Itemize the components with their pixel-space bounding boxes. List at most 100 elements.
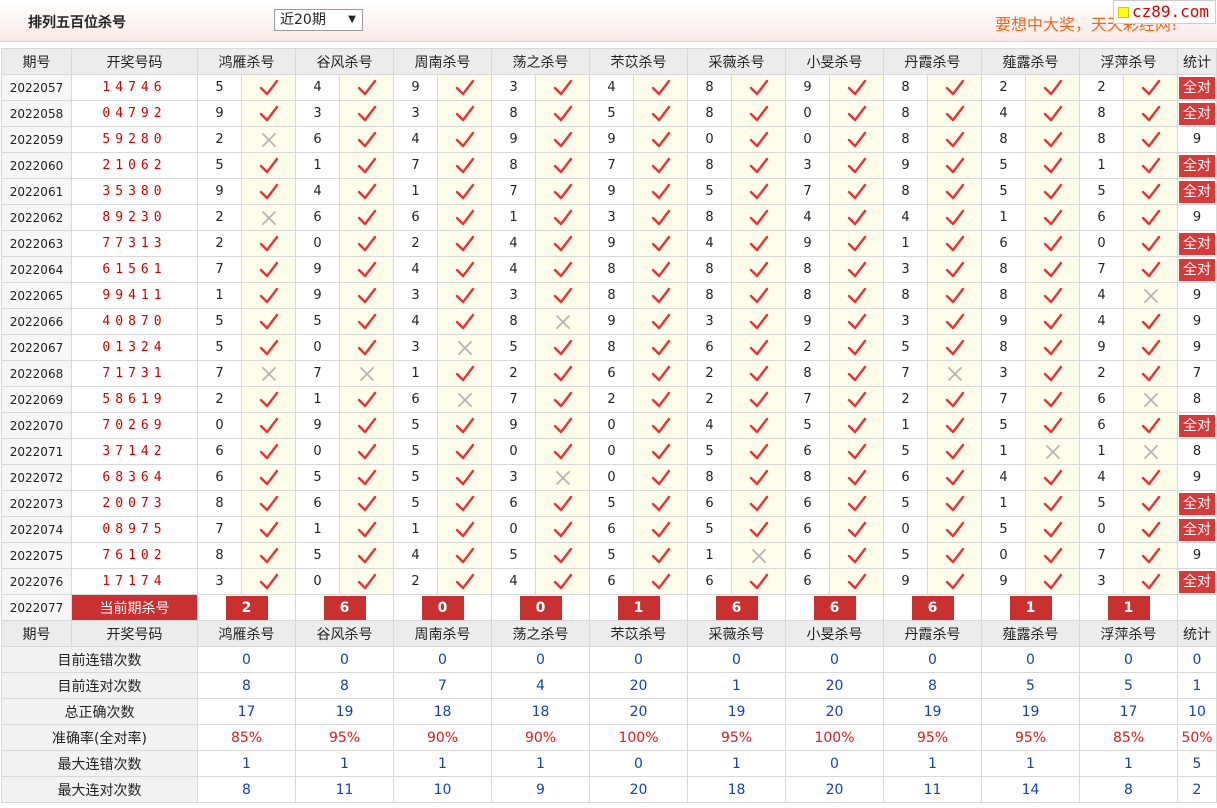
header-issue: 期号 bbox=[1, 48, 72, 75]
result-mark bbox=[535, 308, 590, 335]
check-icon bbox=[635, 313, 687, 331]
kill-number: 4 bbox=[393, 542, 438, 569]
kill-number: 0 bbox=[883, 516, 928, 543]
draw-numbers: 71731 bbox=[71, 360, 198, 387]
check-icon bbox=[831, 547, 883, 565]
check-icon bbox=[733, 209, 785, 227]
result-mark bbox=[1123, 74, 1178, 101]
check-icon bbox=[831, 417, 883, 435]
check-icon bbox=[635, 261, 687, 279]
result-mark bbox=[1123, 516, 1178, 543]
result-mark bbox=[241, 230, 296, 257]
check-icon bbox=[341, 79, 393, 97]
kill-number: 0 bbox=[295, 438, 340, 465]
result-mark bbox=[731, 230, 786, 257]
current-kill-number: 6 bbox=[911, 595, 954, 620]
kill-number: 8 bbox=[981, 334, 1026, 361]
result-mark bbox=[829, 178, 884, 205]
kill-number: 2 bbox=[1079, 360, 1124, 387]
result-mark bbox=[731, 412, 786, 439]
kill-number: 2 bbox=[393, 230, 438, 257]
table-row: 2022071 37142 6 0 5 0 0 5 6 5 1 1 8 bbox=[1, 438, 1217, 465]
result-mark bbox=[339, 438, 394, 465]
result-mark bbox=[1123, 308, 1178, 335]
draw-numbers: 40870 bbox=[71, 308, 198, 335]
result-mark bbox=[1025, 542, 1080, 569]
result-mark bbox=[1123, 230, 1178, 257]
check-icon bbox=[243, 157, 295, 175]
check-icon bbox=[439, 313, 491, 331]
all-correct-badge: 全对 bbox=[1179, 180, 1215, 203]
issue-number: 2022073 bbox=[1, 490, 72, 517]
current-kill-cell: 6 bbox=[295, 594, 394, 621]
check-icon bbox=[831, 105, 883, 123]
check-icon bbox=[243, 391, 295, 409]
check-icon bbox=[635, 573, 687, 591]
kill-number: 9 bbox=[785, 74, 830, 101]
current-kill-number: 1 bbox=[617, 595, 660, 620]
check-icon bbox=[243, 469, 295, 487]
result-mark bbox=[927, 308, 982, 335]
result-mark bbox=[829, 438, 884, 465]
summary-value: 1 bbox=[295, 750, 394, 777]
site-badge[interactable]: cz89.com bbox=[1113, 0, 1216, 24]
result-mark bbox=[927, 74, 982, 101]
check-icon bbox=[1027, 391, 1079, 409]
summary-value: 19 bbox=[295, 698, 394, 725]
result-mark bbox=[633, 178, 688, 205]
check-icon bbox=[929, 261, 981, 279]
current-kill-number: 1 bbox=[1107, 595, 1150, 620]
check-icon bbox=[1027, 495, 1079, 513]
kill-number: 3 bbox=[491, 464, 536, 491]
result-mark bbox=[927, 282, 982, 309]
kill-number: 1 bbox=[1079, 152, 1124, 179]
result-mark bbox=[829, 412, 884, 439]
kill-number: 8 bbox=[687, 256, 732, 283]
result-mark bbox=[437, 100, 492, 127]
kill-number: 1 bbox=[393, 516, 438, 543]
result-mark bbox=[633, 542, 688, 569]
current-kill-number: 0 bbox=[519, 595, 562, 620]
kill-number: 5 bbox=[589, 490, 634, 517]
table-row: 2022068 71731 7 7 1 2 6 2 8 7 3 2 7 bbox=[1, 360, 1217, 387]
check-icon bbox=[537, 261, 589, 279]
period-select[interactable]: 近20期 ▼ bbox=[274, 9, 363, 31]
result-mark bbox=[731, 256, 786, 283]
result-mark bbox=[535, 412, 590, 439]
kill-number: 0 bbox=[981, 542, 1026, 569]
check-icon bbox=[635, 391, 687, 409]
result-mark bbox=[731, 334, 786, 361]
check-icon bbox=[341, 261, 393, 279]
check-icon bbox=[341, 313, 393, 331]
check-icon bbox=[1125, 339, 1177, 357]
table-row: 2022067 01324 5 0 3 5 8 6 2 5 8 9 9 bbox=[1, 334, 1217, 361]
summary-value: 0 bbox=[785, 646, 884, 673]
result-mark bbox=[927, 490, 982, 517]
check-icon bbox=[831, 365, 883, 383]
result-mark bbox=[1025, 360, 1080, 387]
check-icon bbox=[341, 105, 393, 123]
cross-icon bbox=[243, 209, 295, 227]
kill-number: 8 bbox=[981, 256, 1026, 283]
result-mark bbox=[535, 100, 590, 127]
check-icon bbox=[243, 183, 295, 201]
check-icon bbox=[635, 157, 687, 175]
check-icon bbox=[243, 261, 295, 279]
result-mark bbox=[535, 542, 590, 569]
kill-number: 0 bbox=[295, 568, 340, 595]
check-icon bbox=[1027, 469, 1079, 487]
result-mark bbox=[339, 230, 394, 257]
kill-number: 9 bbox=[883, 568, 928, 595]
check-icon bbox=[1027, 157, 1079, 175]
kill-number: 3 bbox=[981, 360, 1026, 387]
kill-number: 3 bbox=[295, 100, 340, 127]
kill-number: 9 bbox=[981, 568, 1026, 595]
kill-number: 0 bbox=[785, 126, 830, 153]
check-icon bbox=[537, 79, 589, 97]
kill-number: 0 bbox=[295, 334, 340, 361]
check-icon bbox=[929, 313, 981, 331]
result-mark bbox=[535, 230, 590, 257]
result-mark bbox=[731, 360, 786, 387]
issue-number: 2022065 bbox=[1, 282, 72, 309]
current-kill-cell: 1 bbox=[1079, 594, 1178, 621]
